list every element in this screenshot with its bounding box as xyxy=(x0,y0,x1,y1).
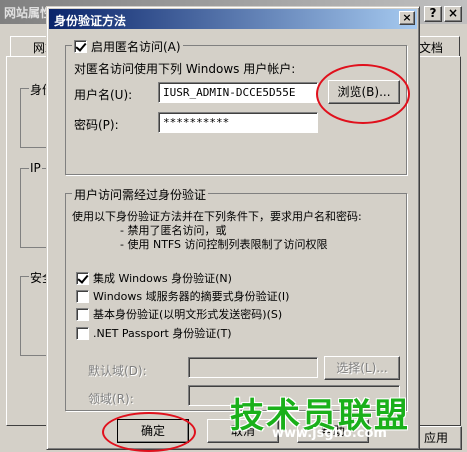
basic-auth-label: 基本身份验证(以明文形式发送密码)(S) xyxy=(93,308,283,321)
authenticated-access-legend-label: 用户访问需经过身份验证 xyxy=(74,188,207,202)
anonymous-access-legend[interactable]: 启用匿名访问(A) xyxy=(72,38,183,55)
watermark-url: www.jsgho.com xyxy=(272,426,387,441)
background-help-button[interactable]: ? xyxy=(424,6,442,22)
passport-auth-label: .NET Passport 身份验证(T) xyxy=(93,327,232,340)
digest-auth-option[interactable]: Windows 域服务器的摘要式身份验证(I) xyxy=(76,288,289,304)
anonymous-access-label: 启用匿名访问(A) xyxy=(91,40,181,54)
background-close-button[interactable]: × xyxy=(444,6,462,22)
authenticated-access-legend: 用户访问需经过身份验证 xyxy=(72,186,209,203)
authenticated-access-group: 用户访问需经过身份验证 使用以下身份验证方法并在下列条件下，要求用户名和密码: … xyxy=(65,186,407,411)
integrated-windows-auth-option[interactable]: 集成 Windows 身份验证(N) xyxy=(76,270,232,286)
ok-button[interactable]: 确定 xyxy=(117,419,189,443)
select-domain-button[interactable]: 选择(L)... xyxy=(324,356,400,380)
realm-label: 领域(R): xyxy=(88,392,134,406)
anonymous-account-description: 对匿名访问使用下列 Windows 用户帐户: xyxy=(74,62,296,76)
anonymous-access-group: 启用匿名访问(A) 对匿名访问使用下列 Windows 用户帐户: 用户名(U)… xyxy=(65,38,407,175)
authentication-methods-dialog: 身份验证方法 × 启用匿名访问(A) 对匿名访问使用下列 Windows 用户帐… xyxy=(46,6,420,450)
background-tab-documents-label: 文档 xyxy=(419,41,444,55)
basic-auth-option[interactable]: 基本身份验证(以明文形式发送密码)(S) xyxy=(76,306,282,322)
username-field[interactable]: IUSR_ADMIN-DCCE5D55E xyxy=(158,82,318,103)
background-window-title: 网站属性 xyxy=(4,6,53,20)
username-label: 用户名(U): xyxy=(74,88,133,102)
integrated-windows-auth-label: 集成 Windows 身份验证(N) xyxy=(93,272,232,285)
dialog-title: 身份验证方法 xyxy=(54,14,127,28)
password-field[interactable]: ********** xyxy=(158,112,318,133)
default-domain-field[interactable] xyxy=(188,357,318,378)
password-label: 密码(P): xyxy=(74,118,119,132)
background-tab-documents[interactable]: 文档 xyxy=(415,36,460,56)
anonymous-access-checkbox[interactable] xyxy=(74,40,87,53)
background-group-ip-label: IP xyxy=(29,161,42,175)
digest-auth-checkbox[interactable] xyxy=(76,289,89,303)
browse-button[interactable]: 浏览(B)... xyxy=(328,80,400,104)
digest-auth-label: Windows 域服务器的摘要式身份验证(I) xyxy=(93,290,290,303)
passport-auth-option[interactable]: .NET Passport 身份验证(T) xyxy=(76,325,232,341)
auth-condition-2: - 使用 NTFS 访问控制列表限制了访问权限 xyxy=(120,238,328,251)
default-domain-label: 默认域(D): xyxy=(88,364,147,378)
dialog-close-button[interactable]: × xyxy=(399,11,415,25)
close-icon: × xyxy=(402,11,412,24)
dialog-titlebar[interactable]: 身份验证方法 × xyxy=(49,9,417,29)
basic-auth-checkbox[interactable] xyxy=(76,307,89,321)
integrated-windows-auth-checkbox[interactable] xyxy=(76,271,89,285)
passport-auth-checkbox[interactable] xyxy=(76,326,89,340)
